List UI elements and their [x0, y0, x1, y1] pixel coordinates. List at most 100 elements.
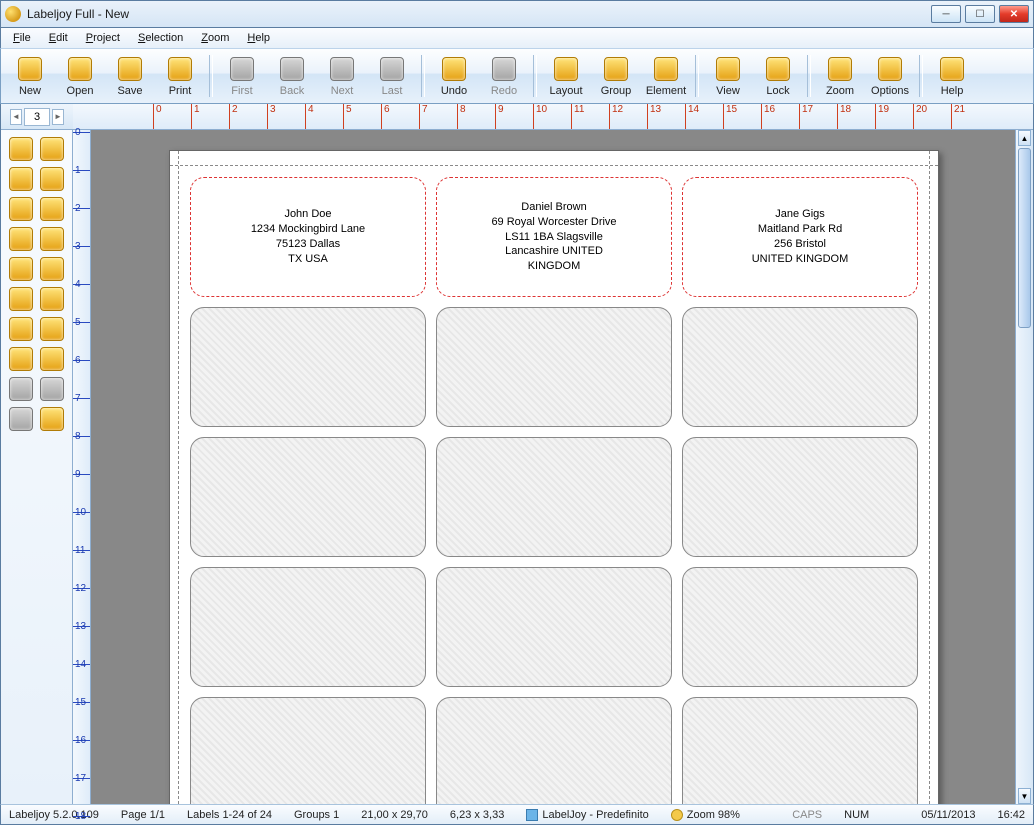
new-button[interactable]: New — [5, 51, 55, 101]
label-cell[interactable] — [190, 437, 426, 557]
ruler-h-tick: 21 — [951, 104, 952, 129]
ruler-v-tick: 1 — [73, 170, 90, 171]
tool-text[interactable] — [5, 164, 37, 194]
pointer-icon — [9, 137, 33, 161]
label-cell[interactable] — [436, 697, 672, 804]
ruler-h-tick: 5 — [343, 104, 344, 129]
tool-folder[interactable] — [5, 344, 37, 374]
page-number-input[interactable]: 3 — [24, 108, 50, 126]
tool-pointer[interactable] — [5, 134, 37, 164]
label-cell[interactable] — [682, 697, 918, 804]
label-cell[interactable] — [190, 307, 426, 427]
label-cell[interactable] — [436, 307, 672, 427]
label-cell[interactable] — [682, 437, 918, 557]
ruler-h-tick: 11 — [571, 104, 572, 129]
ruler-v-tick: 11 — [73, 550, 90, 551]
close-button[interactable]: ✕ — [999, 5, 1029, 23]
tool-abc[interactable] — [5, 194, 37, 224]
tool-search[interactable] — [37, 254, 69, 284]
status-caps: CAPS — [792, 809, 822, 821]
print-button[interactable]: Print — [155, 51, 205, 101]
menu-zoom[interactable]: Zoom — [195, 30, 235, 46]
tool-world[interactable] — [37, 224, 69, 254]
ruler-h-tick: 20 — [913, 104, 914, 129]
lock-button[interactable]: Lock — [753, 51, 803, 101]
label-cell[interactable] — [436, 567, 672, 687]
flag-icon — [9, 377, 33, 401]
menu-edit[interactable]: Edit — [43, 30, 74, 46]
ruler-v-tick: 15 — [73, 702, 90, 703]
view-button[interactable]: View — [703, 51, 753, 101]
open-button[interactable]: Open — [55, 51, 105, 101]
next-button[interactable]: Next — [317, 51, 367, 101]
scroll-thumb[interactable] — [1018, 148, 1031, 328]
page-prev-button[interactable]: ◄ — [10, 109, 22, 125]
tool-roll[interactable] — [37, 194, 69, 224]
label-cell[interactable] — [190, 567, 426, 687]
redo-icon — [492, 57, 516, 81]
label-cell[interactable]: Daniel Brown69 Royal Worcester DriveLS11… — [436, 177, 672, 297]
tool-folder2[interactable] — [37, 344, 69, 374]
tool-delete[interactable] — [37, 314, 69, 344]
ruler-h-tick: 9 — [495, 104, 496, 129]
view-icon — [716, 57, 740, 81]
minimize-button[interactable]: ─ — [931, 5, 961, 23]
label-cell[interactable] — [682, 567, 918, 687]
titlebar: Labeljoy Full - New ─ ☐ ✕ — [0, 0, 1034, 28]
layout-button[interactable]: Layout — [541, 51, 591, 101]
page-next-button[interactable]: ► — [52, 109, 64, 125]
scroll-down-button[interactable]: ▼ — [1018, 788, 1031, 804]
menu-file[interactable]: File — [7, 30, 37, 46]
lock-icon — [766, 57, 790, 81]
ruler-v-tick: 14 — [73, 664, 90, 665]
help-button[interactable]: Help — [927, 51, 977, 101]
ruler-v-tick: 13 — [73, 626, 90, 627]
tool-yellow1[interactable] — [37, 164, 69, 194]
maximize-button[interactable]: ☐ — [965, 5, 995, 23]
tool-printer[interactable] — [37, 284, 69, 314]
ruler-v-tick: 7 — [73, 398, 90, 399]
tool-tag[interactable] — [37, 404, 69, 434]
tool-key[interactable] — [5, 284, 37, 314]
label-cell[interactable]: John Doe1234 Mockingbird Lane75123 Dalla… — [190, 177, 426, 297]
label-cell[interactable] — [436, 437, 672, 557]
save-button[interactable]: Save — [105, 51, 155, 101]
first-button[interactable]: First — [217, 51, 267, 101]
label-cell[interactable] — [190, 697, 426, 804]
ruler-h-tick: 12 — [609, 104, 610, 129]
menu-help[interactable]: Help — [241, 30, 276, 46]
tool-target[interactable] — [5, 404, 37, 434]
last-icon — [380, 57, 404, 81]
menu-project[interactable]: Project — [80, 30, 126, 46]
ruler-h-tick: 18 — [837, 104, 838, 129]
tool-barcode[interactable] — [37, 134, 69, 164]
scroll-up-button[interactable]: ▲ — [1018, 130, 1031, 146]
tool-arrows[interactable] — [37, 374, 69, 404]
ruler-v-tick: 12 — [73, 588, 90, 589]
tool-cut[interactable] — [5, 314, 37, 344]
ruler-h-tick: 2 — [229, 104, 230, 129]
grid-icon — [9, 227, 33, 251]
tool-grid[interactable] — [5, 224, 37, 254]
label-cell[interactable]: Jane GigsMaitland Park Rd256 BristolUNIT… — [682, 177, 918, 297]
status-num: NUM — [844, 809, 869, 821]
element-button[interactable]: Element — [641, 51, 691, 101]
label-cell[interactable] — [682, 307, 918, 427]
label-text: Daniel Brown69 Royal Worcester DriveLS11… — [491, 200, 616, 274]
group-button[interactable]: Group — [591, 51, 641, 101]
last-button[interactable]: Last — [367, 51, 417, 101]
canvas[interactable]: John Doe1234 Mockingbird Lane75123 Dalla… — [91, 130, 1015, 804]
menu-selection[interactable]: Selection — [132, 30, 189, 46]
vertical-scrollbar[interactable]: ▲ ▼ — [1015, 130, 1033, 804]
search-icon — [40, 257, 64, 281]
back-button[interactable]: Back — [267, 51, 317, 101]
options-button[interactable]: Options — [865, 51, 915, 101]
new-icon — [18, 57, 42, 81]
tool-flag[interactable] — [5, 374, 37, 404]
tool-db[interactable] — [5, 254, 37, 284]
undo-button[interactable]: Undo — [429, 51, 479, 101]
zoom-button[interactable]: Zoom — [815, 51, 865, 101]
redo-button[interactable]: Redo — [479, 51, 529, 101]
ruler-h-tick: 16 — [761, 104, 762, 129]
open-icon — [68, 57, 92, 81]
